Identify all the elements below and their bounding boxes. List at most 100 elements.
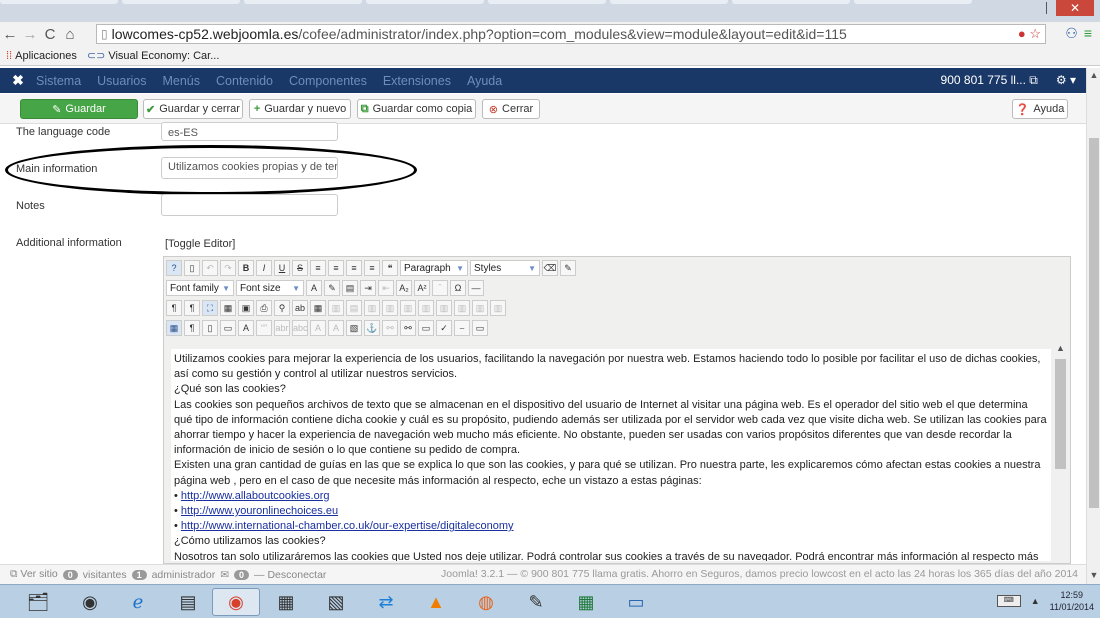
media-app-icon[interactable]: ▧ [312,588,360,616]
help-button[interactable]: ❓ Ayuda [1012,99,1068,119]
strikethrough-icon[interactable]: S [292,260,308,276]
superscript-icon[interactable]: A² [414,280,430,296]
content-link[interactable]: http://www.allaboutcookies.org [181,490,330,502]
help-icon[interactable]: ? [166,260,182,276]
notes-input[interactable] [161,194,338,216]
font-family-select[interactable]: Font family ▼ [166,280,234,296]
save-new-button[interactable]: + Guardar y nuevo [249,99,351,119]
rtl-icon[interactable]: ¶ [184,300,200,316]
bold-icon[interactable]: B [238,260,254,276]
paste-icon[interactable]: ▤ [342,280,358,296]
browser-tab[interactable] [0,0,118,4]
bookmark-apps[interactable]: ⁞⁞ Aplicaciones [6,50,77,62]
abbr-icon[interactable]: abr [274,320,290,336]
insert-row-before-icon[interactable]: ▥ [364,300,380,316]
code-icon[interactable]: ▦ [220,300,236,316]
readmore-icon[interactable]: ▭ [472,320,488,336]
highlight-color-icon[interactable]: ✎ [324,280,340,296]
replace-icon[interactable]: ab [292,300,308,316]
back-icon[interactable]: ← [0,26,20,43]
reload-icon[interactable]: C [40,26,60,43]
ins-icon[interactable]: A [328,320,344,336]
bookmark-star-icon[interactable]: ● ☆ [1018,26,1041,42]
calculator-icon[interactable]: ▦ [262,588,310,616]
template-icon[interactable]: ▭ [220,320,236,336]
menu-contenido[interactable]: Contenido [216,74,273,88]
browser-tab[interactable] [488,0,606,4]
insert-file-icon[interactable]: ▯ [202,320,218,336]
home-icon[interactable]: ⌂ [60,26,80,43]
style-props-icon[interactable]: A [238,320,254,336]
editor-scroll-thumb[interactable] [1055,359,1066,469]
ltr-icon[interactable]: ¶ [166,300,182,316]
cite-icon[interactable]: “” [256,320,272,336]
split-cells-icon[interactable]: ▥ [472,300,488,316]
outdent-icon[interactable]: ⇤ [378,280,394,296]
menu-componentes[interactable]: Componentes [289,74,367,88]
content-link[interactable]: http://www.youronlinechoices.eu [181,505,338,517]
teamviewer-icon[interactable]: ⇄ [362,588,410,616]
merge-cells-icon[interactable]: ▥ [490,300,506,316]
row-props-icon[interactable]: ▥ [328,300,344,316]
browser-tab[interactable] [366,0,484,4]
text-color-icon[interactable]: A [306,280,322,296]
menu-ayuda[interactable]: Ayuda [467,74,502,88]
internet-explorer-icon[interactable]: ℯ [114,588,162,616]
editor-scrollbar[interactable]: ▲ [1054,343,1067,563]
page-scrollbar[interactable]: ▲ ▼ [1086,68,1100,584]
menu-icon[interactable]: ≡ [1084,25,1092,42]
menu-extensiones[interactable]: Extensiones [383,74,451,88]
blockquote-icon[interactable]: ❝ [382,260,398,276]
browser-tab[interactable] [854,0,972,4]
browser-app-icon[interactable]: ◉ [66,588,114,616]
toggle-editor-link[interactable]: [Toggle Editor] [165,238,235,250]
clock[interactable]: 12:59 11/01/2014 [1050,589,1094,613]
pagebreak-icon[interactable]: ⎯ [454,320,470,336]
undo-icon[interactable]: ↶ [202,260,218,276]
menu-sistema[interactable]: Sistema [36,74,81,88]
site-link[interactable]: 900 801 775 ll... ⧉ [941,73,1038,88]
editor-content[interactable]: Utilizamos cookies para mejorar la exper… [171,349,1051,561]
keyboard-icon[interactable]: ⌨ [996,595,1021,607]
menu-usuarios[interactable]: Usuarios [97,74,146,88]
insert-col-after-icon[interactable]: ▥ [436,300,452,316]
omega-icon[interactable]: Ω [450,280,466,296]
tray-arrow-icon[interactable]: ▲ [1031,596,1040,606]
subscript-icon[interactable]: A₂ [396,280,412,296]
italic-icon[interactable]: I [256,260,272,276]
content-link[interactable]: http://www.international-chamber.co.uk/o… [181,520,514,532]
format-select[interactable]: Paragraph ▼ [400,260,468,276]
align-center-icon[interactable]: ≡ [346,260,362,276]
preview-icon[interactable]: ▣ [238,300,254,316]
font-size-select[interactable]: Font size ▼ [236,280,304,296]
delete-col-icon[interactable]: ▥ [454,300,470,316]
charmap-dim-icon[interactable]: ˆ [432,280,448,296]
save-close-button[interactable]: ✔ Guardar y cerrar [143,99,243,119]
print-icon[interactable]: ⎙ [256,300,272,316]
scroll-up-icon[interactable]: ▲ [1054,343,1067,353]
joomla-logo-icon[interactable]: ✖ [0,72,36,89]
image-icon[interactable]: ▧ [346,320,362,336]
hr-icon[interactable]: — [468,280,484,296]
insert-row-after-icon[interactable]: ▥ [382,300,398,316]
language-code-input[interactable]: es-ES [161,122,338,141]
close-button[interactable]: ⊗ Cerrar [482,99,540,119]
chrome-icon[interactable]: ◉ [212,588,260,616]
align-right-icon[interactable]: ≡ [364,260,380,276]
browser-tab[interactable] [244,0,362,4]
styles-select[interactable]: Styles ▼ [470,260,540,276]
paint-icon[interactable]: ✎ [512,588,560,616]
firefox-icon[interactable]: ◍ [462,588,510,616]
minimize-icon[interactable] [1046,2,1052,14]
window-app-icon[interactable]: ▭ [612,588,660,616]
paragraph-icon[interactable]: ¶ [184,320,200,336]
cell-props-icon[interactable]: ▤ [346,300,362,316]
visual-aid-icon[interactable]: ▦ [166,320,182,336]
page-scroll-up-icon[interactable]: ▲ [1087,70,1100,80]
search-icon[interactable]: ⚲ [274,300,290,316]
close-window-button[interactable]: ✕ [1056,0,1094,16]
anchor-icon[interactable]: ⚓ [364,320,380,336]
new-document-icon[interactable]: ▯ [184,260,200,276]
del-icon[interactable]: A [310,320,326,336]
indent-icon[interactable]: ⇥ [360,280,376,296]
